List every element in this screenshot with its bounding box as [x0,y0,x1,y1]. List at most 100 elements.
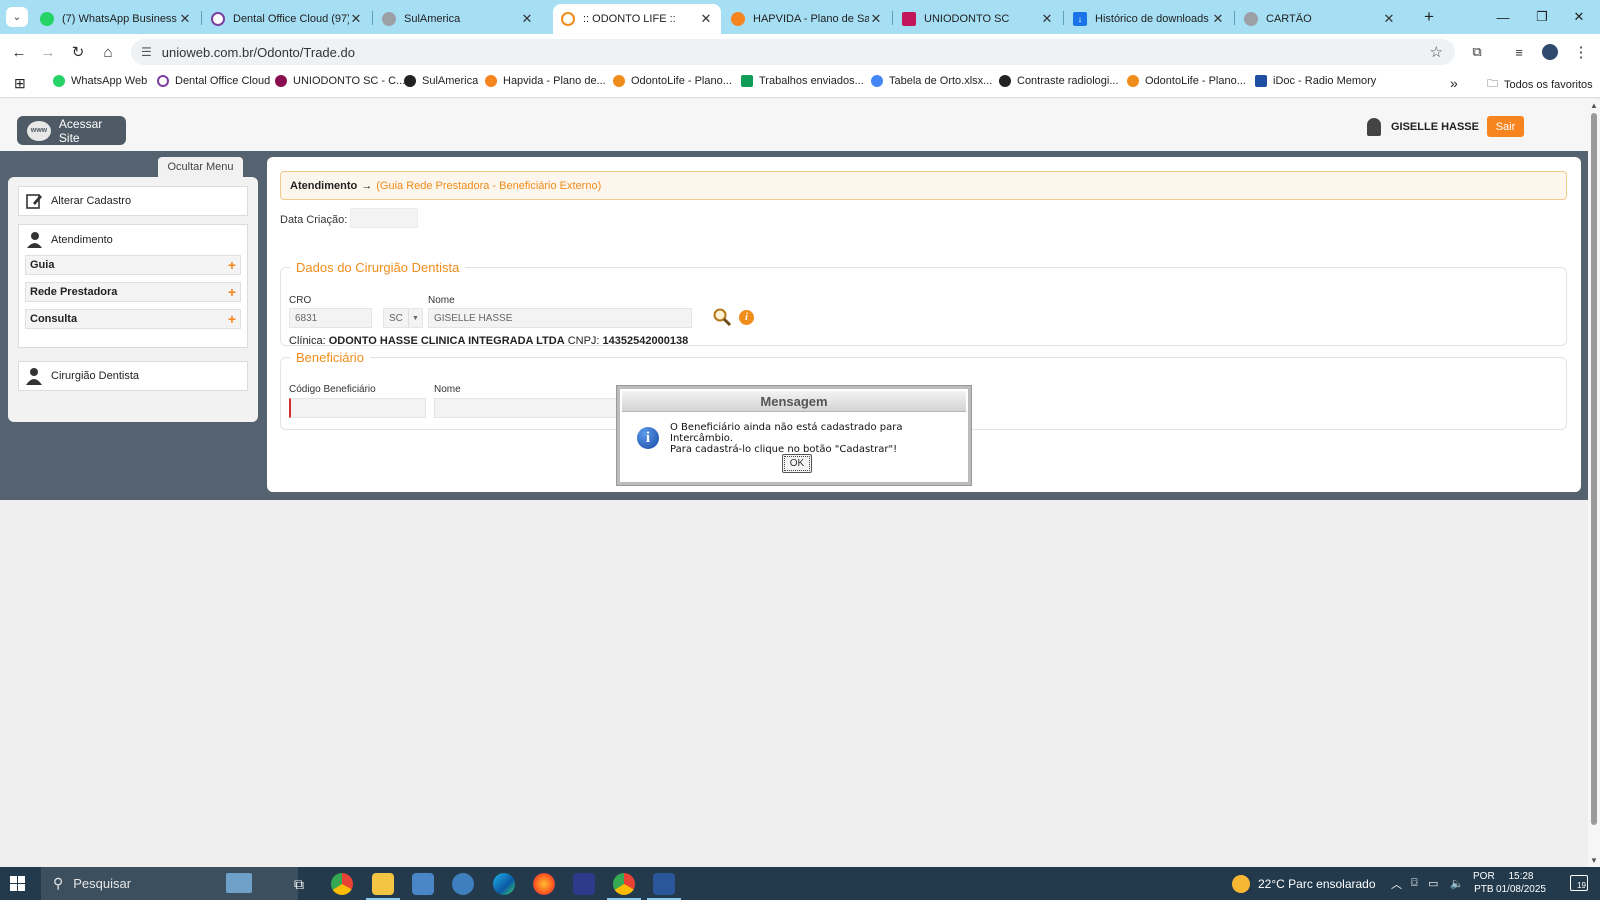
more-bookmarks-button[interactable]: » [1450,75,1458,91]
back-icon[interactable]: ← [8,41,30,63]
url-text[interactable]: unioweb.com.br/Odonto/Trade.do [162,45,355,60]
tray-chevron-icon[interactable]: ︿ [1391,867,1402,900]
clock[interactable]: 15:28 01/08/2025 [1496,870,1546,896]
tab-search-button[interactable]: ⌄ [6,7,28,27]
logout-button[interactable]: Sair [1487,116,1524,137]
breadcrumb-root[interactable]: Atendimento [290,180,357,192]
hide-menu-tab[interactable]: Ocultar Menu [158,157,243,177]
chrome-icon[interactable] [331,873,353,895]
bookmark-hapvida[interactable]: Hapvida - Plano de... [485,75,606,87]
scroll-down-icon[interactable]: ▼ [1590,856,1598,865]
volume-icon[interactable]: 🔈 [1450,867,1464,900]
sidebar-subitem-rede-prestadora[interactable]: Rede Prestadora + [25,282,241,302]
bookmark-contraste[interactable]: Contraste radiologi... [999,75,1119,87]
new-tab-button[interactable]: + [1414,5,1444,29]
profile-avatar[interactable] [1539,41,1561,63]
expand-plus-icon[interactable]: + [228,311,236,327]
app-a-icon[interactable] [573,873,595,895]
omnibox[interactable]: ☰ unioweb.com.br/Odonto/Trade.do ☆ [131,39,1455,65]
subitem-label: Consulta [30,313,78,325]
browser-menu-icon[interactable]: ⋮ [1570,41,1592,63]
tab-dental-office-cloud[interactable]: Dental Office Cloud (97) ✕ [203,4,371,34]
sidebar-subitem-guia[interactable]: Guia + [25,255,241,275]
close-window-icon[interactable]: ✕ [1564,5,1594,29]
bookmark-trabalhos-enviados[interactable]: Trabalhos enviados... [741,75,864,87]
chevron-down-icon[interactable]: ▼ [408,309,422,327]
close-tab-icon[interactable]: ✕ [349,11,363,27]
bookmark-tabela-orto[interactable]: Tabela de Orto.xlsx... [871,75,992,87]
minimize-icon[interactable]: — [1488,5,1518,29]
task-view-icon[interactable]: ⧉ [288,873,310,895]
tab-title: Histórico de downloads [1095,13,1209,25]
sidebar-item-alterar-cadastro[interactable]: Alterar Cadastro [18,186,248,216]
reload-icon[interactable]: ↻ [67,41,89,63]
calculator-icon[interactable] [412,873,434,895]
tab-odonto-life[interactable]: :: ODONTO LIFE :: ✕ [553,4,721,34]
close-tab-icon[interactable]: ✕ [178,11,192,27]
tab-cartao[interactable]: CARTÃO ✕ [1236,4,1404,34]
uf-select[interactable]: SC ▼ [383,308,423,328]
search-magnifier-icon[interactable] [712,307,732,327]
forward-icon[interactable]: → [37,41,59,63]
close-tab-icon[interactable]: ✕ [1382,11,1396,27]
site-info-icon[interactable]: ☰ [141,45,152,59]
globe-icon [382,12,396,26]
sidebar-subitem-consulta[interactable]: Consulta + [25,309,241,329]
weather-widget[interactable]: 22°C Parc ensolarado [1232,867,1376,900]
bookmark-idoc[interactable]: iDoc - Radio Memory [1255,75,1376,87]
sidebar-item-cirurgiao-dentista[interactable]: Cirurgião Dentista [18,361,248,391]
close-tab-icon[interactable]: ✕ [869,11,883,27]
bookmark-odontolife[interactable]: OdontoLife - Plano... [613,75,732,87]
breadcrumb: Atendimento → (Guia Rede Prestadora - Be… [280,171,1567,200]
bookmark-uniodonto[interactable]: UNIODONTO SC - C... [275,75,405,87]
tab-historico-downloads[interactable]: ↓ Histórico de downloads ✕ [1065,4,1233,34]
close-tab-icon[interactable]: ✕ [520,11,534,27]
codigo-beneficiario-input[interactable] [289,398,426,418]
extensions-icon[interactable]: ⧉ [1466,41,1488,63]
bookmark-dental-office-cloud[interactable]: Dental Office Cloud [157,75,270,87]
bookmark-odontolife-2[interactable]: OdontoLife - Plano... [1127,75,1246,87]
tab-uniodonto-sc[interactable]: UNIODONTO SC ✕ [894,4,1062,34]
dentista-fieldset: Dados do Cirurgião Dentista [280,260,1567,346]
windows-start-icon[interactable] [10,876,26,892]
close-tab-icon[interactable]: ✕ [699,11,713,27]
bookmark-sulamerica[interactable]: SulAmerica [404,75,478,87]
notification-center-icon[interactable]: 19 [1570,875,1588,891]
word-icon[interactable] [653,873,675,895]
sidebar-item-label: Atendimento [51,234,113,246]
ok-button[interactable]: OK [782,454,812,473]
cro-field[interactable]: 6831 [289,308,372,328]
bookmark-star-icon[interactable]: ☆ [1430,43,1443,61]
tab-whatsapp-business[interactable]: (7) WhatsApp Business ✕ [32,4,200,34]
info-icon[interactable]: i [739,310,754,325]
acessar-site-button[interactable]: www Acessar Site [17,116,126,145]
media-controls-icon[interactable]: ≡ [1508,41,1530,63]
chrome-profile-icon[interactable] [613,873,635,895]
expand-plus-icon[interactable]: + [228,257,236,273]
nome-field[interactable]: GISELLE HASSE [428,308,692,328]
page-scrollbar[interactable]: ▲ ▼ [1588,99,1600,867]
meet-icon[interactable]: ⌼ [1411,867,1418,900]
expand-plus-icon[interactable]: + [228,284,236,300]
taskbar-search[interactable]: ⚲ Pesquisar [41,867,298,900]
edge-icon[interactable] [493,873,515,895]
apps-grid-icon[interactable]: ⊞ [14,75,26,92]
bookmark-whatsapp-web[interactable]: WhatsApp Web [53,75,147,87]
tab-hapvida[interactable]: HAPVIDA - Plano de Saúd ✕ [723,4,891,34]
firefox-icon[interactable] [533,873,555,895]
cnpj-label: CNPJ: [567,335,600,347]
beneficiario-nome-field[interactable] [434,398,624,418]
scrollbar-thumb[interactable] [1591,113,1597,825]
file-explorer-icon[interactable] [372,873,394,895]
restore-icon[interactable]: ❐ [1527,5,1557,29]
scroll-up-icon[interactable]: ▲ [1590,101,1598,110]
all-bookmarks-folder[interactable]: 🗀 Todos os favoritos [1487,75,1593,94]
tab-sulamerica[interactable]: SulAmerica ✕ [374,4,542,34]
app-icon[interactable] [452,873,474,895]
home-icon[interactable]: ⌂ [97,41,119,63]
language-indicator[interactable]: POR PTB [1473,870,1495,896]
close-tab-icon[interactable]: ✕ [1040,11,1054,27]
network-icon[interactable]: ▭ [1428,867,1438,900]
sidebar-item-atendimento[interactable]: Atendimento [19,225,247,255]
close-tab-icon[interactable]: ✕ [1211,11,1225,27]
